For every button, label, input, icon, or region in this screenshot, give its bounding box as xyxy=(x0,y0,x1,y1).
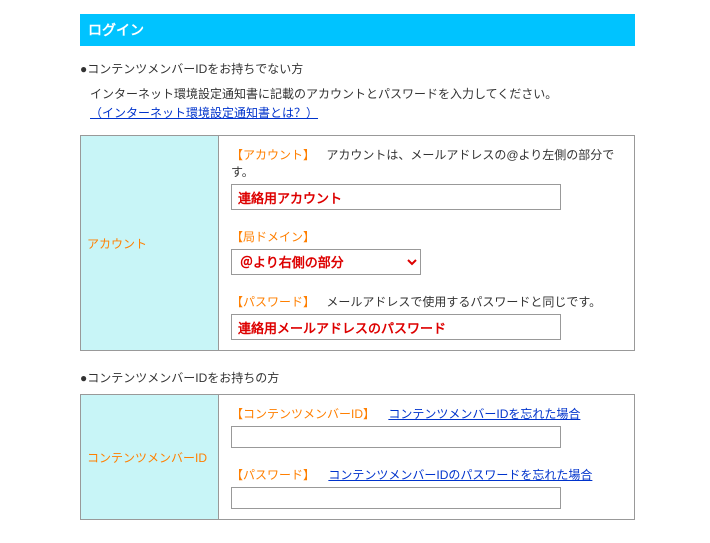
section1-intro: インターネット環境設定通知書に記載のアカウントとパスワードを入力してください。 xyxy=(90,85,710,102)
account-label-bracket: 【アカウント】 xyxy=(231,148,315,162)
account-input[interactable] xyxy=(231,184,561,210)
page-header: ログイン xyxy=(80,14,635,46)
member-table: コンテンツメンバーID 【コンテンツメンバーID】 コンテンツメンバーIDを忘れ… xyxy=(80,394,635,520)
member-password-field-label: 【パスワード】 コンテンツメンバーIDのパスワードを忘れた場合 xyxy=(231,466,622,483)
password-input[interactable] xyxy=(231,314,561,340)
password-label-bracket: 【パスワード】 xyxy=(231,295,315,309)
member-id-label-bracket: 【コンテンツメンバーID】 xyxy=(231,407,375,421)
member-row-content: 【コンテンツメンバーID】 コンテンツメンバーIDを忘れた場合 【パスワード】 … xyxy=(219,395,634,519)
forgot-member-id-link[interactable]: コンテンツメンバーIDを忘れた場合 xyxy=(388,407,580,421)
account-field-label: 【アカウント】 アカウントは、メールアドレスの@より左側の部分です。 xyxy=(231,146,622,180)
notice-info-link[interactable]: （インターネット環境設定通知書とは？） xyxy=(90,106,318,120)
member-row-label: コンテンツメンバーID xyxy=(81,395,219,519)
member-id-input[interactable] xyxy=(231,426,561,448)
password-note: メールアドレスで使用するパスワードと同じです。 xyxy=(326,295,601,309)
domain-select[interactable]: ＠より右側の部分 xyxy=(231,249,421,275)
member-password-input[interactable] xyxy=(231,487,561,509)
member-password-label-bracket: 【パスワード】 xyxy=(231,468,315,482)
domain-field-label: 【局ドメイン】 xyxy=(231,228,622,245)
account-row-content: 【アカウント】 アカウントは、メールアドレスの@より左側の部分です。 【局ドメイ… xyxy=(219,136,634,350)
password-field-label: 【パスワード】 メールアドレスで使用するパスワードと同じです。 xyxy=(231,293,622,310)
account-table: アカウント 【アカウント】 アカウントは、メールアドレスの@より左側の部分です。… xyxy=(80,135,635,351)
forgot-member-password-link[interactable]: コンテンツメンバーIDのパスワードを忘れた場合 xyxy=(328,468,592,482)
account-row-label: アカウント xyxy=(81,136,219,350)
page-title: ログイン xyxy=(88,22,144,38)
section2-lead: ●コンテンツメンバーIDをお持ちの方 xyxy=(80,369,710,386)
section1-lead: ●コンテンツメンバーIDをお持ちでない方 xyxy=(80,60,710,77)
member-id-field-label: 【コンテンツメンバーID】 コンテンツメンバーIDを忘れた場合 xyxy=(231,405,622,422)
